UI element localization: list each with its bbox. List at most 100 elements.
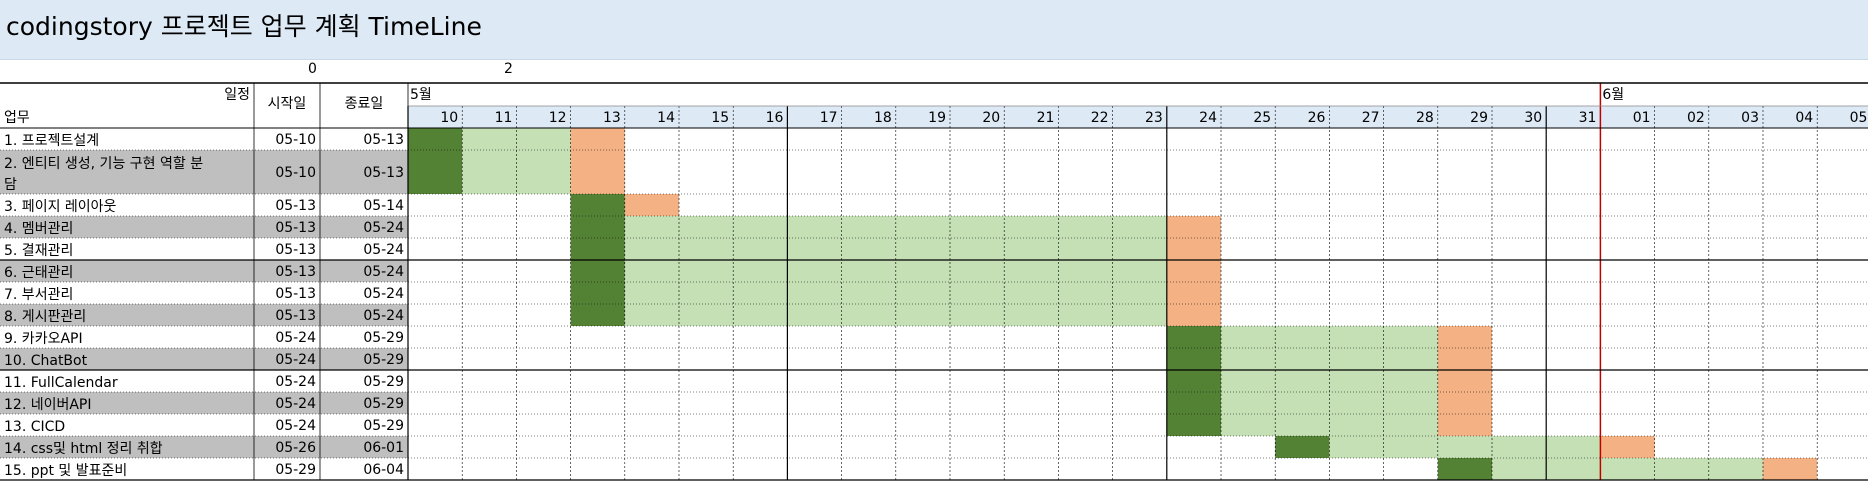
gantt-cell [841, 282, 896, 304]
gantt-cell [1437, 436, 1492, 458]
gantt-cell [1275, 414, 1330, 436]
gantt-cell [1708, 458, 1763, 480]
gantt-cell [950, 238, 1005, 260]
gantt-cell [1112, 282, 1167, 304]
gantt-cell [895, 238, 950, 260]
gantt-cell [1437, 326, 1492, 348]
day-tick-label: 03 [1741, 110, 1759, 126]
gantt-cell [1600, 458, 1655, 480]
task-start-date: 05-13 [275, 220, 316, 236]
day-tick-label: 05 [1850, 110, 1868, 126]
task-name: 8. 게시판관리 [4, 309, 86, 325]
gantt-cell [1221, 326, 1276, 348]
gantt-cell [570, 216, 625, 238]
day-tick-label: 11 [495, 110, 513, 126]
task-name: 4. 멤버관리 [4, 221, 73, 237]
gantt-cell [1383, 326, 1438, 348]
task-end-date: 05-24 [363, 220, 404, 236]
header-start-label: 시작일 [268, 96, 307, 112]
day-tick-label: 31 [1579, 110, 1597, 126]
task-start-date: 05-13 [275, 286, 316, 302]
gantt-cell [1383, 414, 1438, 436]
task-end-date: 05-24 [363, 308, 404, 324]
gantt-cell [841, 304, 896, 326]
gantt-cell [733, 238, 788, 260]
gantt-cell [679, 238, 734, 260]
day-tick-label: 01 [1633, 110, 1651, 126]
gantt-cell [895, 282, 950, 304]
gantt-cell [1275, 370, 1330, 392]
gantt-chart: 일정업무 시작일 종료일 5월 6월 10 11 12 13 14 15 16 17 18 19 20 21 22… [0, 82, 1868, 481]
gantt-cell [570, 238, 625, 260]
gantt-cell [1112, 238, 1167, 260]
day-tick-label: 23 [1145, 110, 1163, 126]
gantt-cell [733, 304, 788, 326]
gantt-cell [1112, 304, 1167, 326]
gantt-cell [570, 194, 625, 216]
day-tick-label: 14 [657, 110, 675, 126]
gantt-cell [1058, 282, 1113, 304]
task-name: 14. css및 html 정리 취합 [4, 441, 163, 457]
gantt-cell [1383, 436, 1438, 458]
day-tick-label: 26 [1308, 110, 1326, 126]
gantt-cell [1112, 260, 1167, 282]
gantt-cell [1166, 260, 1221, 282]
gantt-cell [733, 216, 788, 238]
gantt-cell [1166, 392, 1221, 414]
gantt-cell [1437, 414, 1492, 436]
day-tick-label: 17 [820, 110, 838, 126]
spreadsheet: codingstory 프로젝트 업무 계획 TimeLine 0 2 일정 업무… [0, 0, 1868, 481]
task-end-date: 05-14 [363, 198, 404, 214]
gantt-cell [841, 260, 896, 282]
gantt-cell [1329, 414, 1384, 436]
gantt-cell [624, 260, 679, 282]
day-tick-label: 10 [440, 110, 458, 126]
task-name: 2. 엔티티 생성, 기능 구현 역할 분 [4, 156, 203, 172]
task-start-date: 05-29 [275, 462, 316, 478]
gantt-cell [1112, 216, 1167, 238]
gantt-cell [787, 304, 842, 326]
task-end-date: 05-29 [363, 418, 404, 434]
gantt-cell [1600, 436, 1655, 458]
day-tick-label: 22 [1091, 110, 1109, 126]
task-name: 10. ChatBot [4, 353, 88, 369]
gantt-cell [1437, 370, 1492, 392]
gantt-cell [1166, 216, 1221, 238]
gantt-cell [1004, 216, 1059, 238]
task-end-date: 06-01 [363, 440, 404, 456]
gantt-cell [1166, 414, 1221, 436]
task-start-date: 05-24 [275, 374, 316, 390]
day-tick-label: 16 [766, 110, 784, 126]
gantt-cell [679, 304, 734, 326]
gantt-cell [950, 216, 1005, 238]
gantt-cell [462, 150, 517, 194]
gantt-cell [1166, 348, 1221, 370]
task-name: 13. CICD [4, 419, 65, 435]
gantt-cell [1546, 436, 1601, 458]
day-tick-label: 15 [711, 110, 729, 126]
gantt-cell [733, 282, 788, 304]
gantt-cell [1275, 348, 1330, 370]
gantt-cell [1004, 260, 1059, 282]
day-tick-label: 12 [549, 110, 567, 126]
day-tick-label: 27 [1362, 110, 1380, 126]
day-tick-label: 25 [1253, 110, 1271, 126]
day-tick-label: 28 [1416, 110, 1434, 126]
gantt-cell [624, 216, 679, 238]
gantt-cell [1004, 282, 1059, 304]
task-start-date: 05-13 [275, 198, 316, 214]
gantt-cell [1546, 458, 1601, 480]
gantt-cell [895, 216, 950, 238]
gantt-cell [570, 260, 625, 282]
gantt-cell [1492, 458, 1547, 480]
gantt-cell [1329, 436, 1384, 458]
gantt-cell [1437, 458, 1492, 480]
gantt-cell [1329, 348, 1384, 370]
gantt-cell [1058, 216, 1113, 238]
task-start-date: 05-24 [275, 352, 316, 368]
gantt-cell [1166, 370, 1221, 392]
task-end-date: 05-29 [363, 352, 404, 368]
gantt-cell [787, 216, 842, 238]
day-tick-label: 29 [1470, 110, 1488, 126]
gantt-cell [1004, 238, 1059, 260]
